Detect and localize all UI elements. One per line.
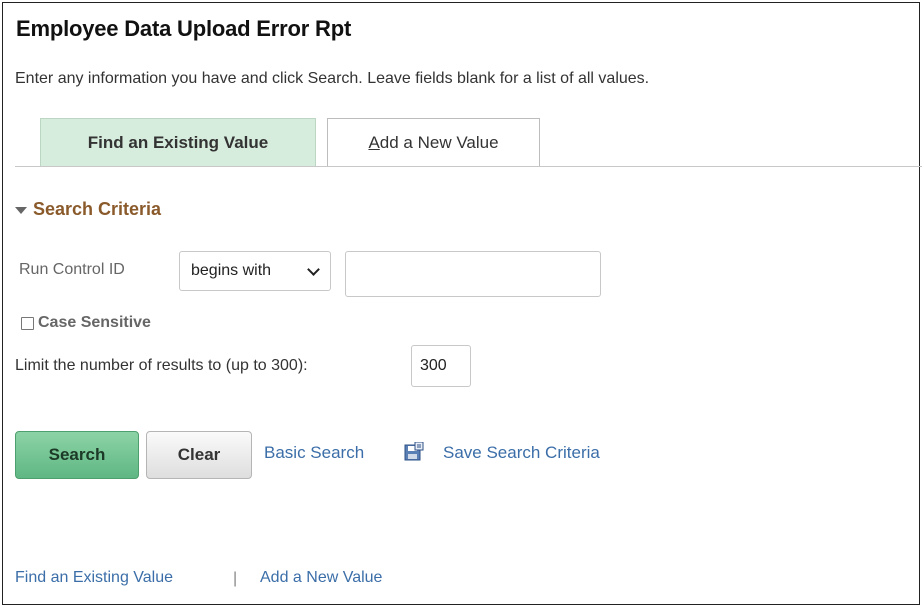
run-control-operator-value: begins with [191,262,272,279]
run-control-operator-select[interactable]: begins with [179,251,331,291]
chevron-down-icon [307,263,320,276]
limit-results-input[interactable] [411,345,471,387]
tabs-divider [15,166,922,167]
caret-down-icon [15,207,27,214]
page-frame [2,2,920,605]
footer-add-new-value-link[interactable]: Add a New Value [260,569,382,587]
tab-add-new-value[interactable]: Add a New Value [327,118,540,166]
footer-find-existing-value-link[interactable]: Find an Existing Value [15,569,173,587]
instructions-text: Enter any information you have and click… [15,70,650,87]
case-sensitive-option[interactable]: Case Sensitive [21,314,151,332]
search-criteria-header: Search Criteria [33,199,162,219]
run-control-id-label: Run Control ID [19,261,125,278]
footer-separator: | [233,570,238,587]
tab-add-new-value-label: Add a New Value [368,132,499,152]
search-criteria-toggle[interactable]: Search Criteria [15,199,161,220]
page-title: Employee Data Upload Error Rpt [16,16,352,41]
case-sensitive-checkbox[interactable] [21,316,34,330]
tab-find-existing-value-label: Find an Existing Value [87,132,269,152]
basic-search-link[interactable]: Basic Search [264,443,364,463]
search-button[interactable]: Search [15,431,139,479]
save-search-criteria-link[interactable]: Save Search Criteria [443,443,600,463]
case-sensitive-label: Case Sensitive [38,314,151,331]
limit-results-label: Limit the number of results to (up to 30… [15,357,308,374]
tab-find-existing-value[interactable]: Find an Existing Value [40,118,316,166]
save-search-icon[interactable] [404,442,424,462]
clear-button[interactable]: Clear [146,431,252,479]
run-control-id-input[interactable] [345,251,601,297]
